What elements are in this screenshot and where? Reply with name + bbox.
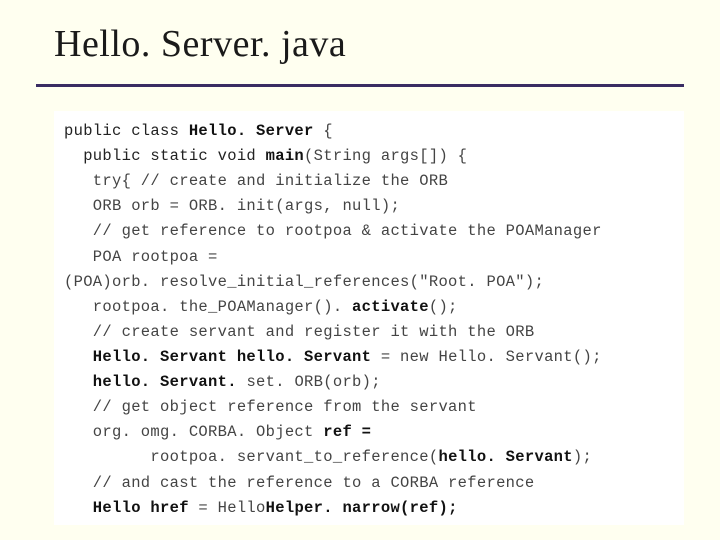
code-text: ); xyxy=(573,448,592,466)
code-line: // create servant and register it with t… xyxy=(64,320,674,345)
code-text: main xyxy=(256,147,304,165)
code-text: = new Hello. Servant(); xyxy=(381,348,602,366)
code-text: = Hello xyxy=(198,499,265,517)
code-line: (POA)orb. resolve_initial_references("Ro… xyxy=(64,270,674,295)
code-text: { xyxy=(323,122,333,140)
code-text: (); xyxy=(429,298,458,316)
code-text: public static void xyxy=(64,147,256,165)
code-text: ref = xyxy=(314,423,372,441)
code-block: public class Hello. Server { public stat… xyxy=(54,111,684,525)
code-line: // and cast the reference to a CORBA ref… xyxy=(64,471,674,496)
code-text: public class xyxy=(64,122,179,140)
code-text: Hello. Server xyxy=(179,122,323,140)
code-text: rootpoa. the_POAManager(). xyxy=(64,298,352,316)
code-text: Hello. Servant hello. Servant xyxy=(64,348,381,366)
code-text: (String args[]) { xyxy=(304,147,467,165)
code-text: set. ORB(orb); xyxy=(246,373,380,391)
page-title: Hello. Server. java xyxy=(54,22,684,66)
code-text: Helper. narrow(ref); xyxy=(266,499,458,517)
code-line: // get reference to rootpoa & activate t… xyxy=(64,219,674,244)
code-line: public static void main(String args[]) { xyxy=(64,144,674,169)
code-line: Hello href = HelloHelper. narrow(ref); xyxy=(64,496,674,521)
code-text: org. omg. CORBA. Object xyxy=(64,423,314,441)
code-line: try{ // create and initialize the ORB xyxy=(64,169,674,194)
code-line: rootpoa. the_POAManager(). activate(); xyxy=(64,295,674,320)
code-line: POA rootpoa = xyxy=(64,245,674,270)
code-line: Hello. Servant hello. Servant = new Hell… xyxy=(64,345,674,370)
code-line: ORB orb = ORB. init(args, null); xyxy=(64,194,674,219)
code-line: // get object reference from the servant xyxy=(64,395,674,420)
code-text: hello. Servant xyxy=(438,448,572,466)
slide-container: Hello. Server. java public class Hello. … xyxy=(0,0,720,540)
code-line: rootpoa. servant_to_reference(hello. Ser… xyxy=(64,445,674,470)
code-line: org. omg. CORBA. Object ref = xyxy=(64,420,674,445)
code-text: Hello href xyxy=(64,499,198,517)
code-line: hello. Servant. set. ORB(orb); xyxy=(64,370,674,395)
divider-line xyxy=(36,84,684,87)
code-text: rootpoa. servant_to_reference( xyxy=(64,448,438,466)
code-line: public class Hello. Server { xyxy=(64,119,674,144)
code-text: activate xyxy=(352,298,429,316)
code-text: hello. Servant. xyxy=(64,373,246,391)
